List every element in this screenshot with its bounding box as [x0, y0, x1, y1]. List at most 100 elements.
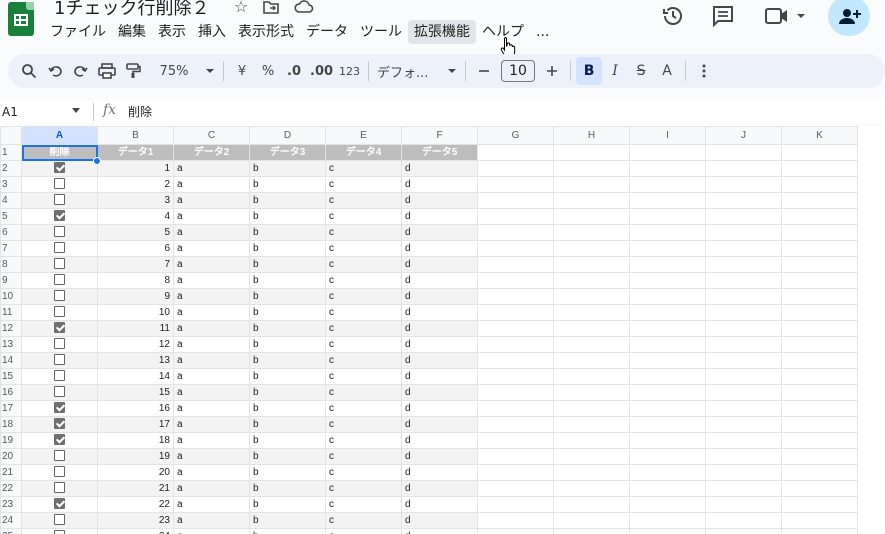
data1-cell[interactable]: 3 [97, 192, 174, 209]
empty-cell[interactable] [629, 144, 706, 161]
column-header[interactable]: K [781, 126, 858, 145]
currency-format-button[interactable]: ¥ [229, 57, 255, 85]
empty-cell[interactable] [781, 224, 858, 241]
data5-cell[interactable]: d [401, 320, 478, 337]
checkbox-unchecked[interactable] [54, 194, 65, 206]
empty-cell[interactable] [553, 496, 630, 513]
empty-cell[interactable] [553, 320, 630, 337]
empty-cell[interactable] [553, 464, 630, 481]
row-header[interactable]: 16 [0, 384, 22, 401]
data5-cell[interactable]: d [401, 304, 478, 321]
empty-cell[interactable] [781, 512, 858, 529]
data1-cell[interactable]: 17 [97, 416, 174, 433]
row-header[interactable]: 25 [0, 528, 22, 534]
checkbox-unchecked[interactable] [54, 482, 65, 494]
formula-input[interactable]: 削除 [128, 103, 152, 121]
empty-cell[interactable] [705, 224, 782, 241]
row-header[interactable]: 13 [0, 336, 22, 353]
data2-cell[interactable]: a [173, 400, 250, 417]
empty-cell[interactable] [553, 336, 630, 353]
data2-cell[interactable]: a [173, 352, 250, 369]
data1-cell[interactable]: 10 [97, 304, 174, 321]
empty-cell[interactable] [629, 208, 706, 225]
data3-cell[interactable]: b [249, 192, 326, 209]
data4-cell[interactable]: c [325, 528, 402, 534]
row-header[interactable]: 2 [0, 160, 22, 177]
empty-cell[interactable] [781, 352, 858, 369]
checkbox-unchecked[interactable] [54, 450, 65, 462]
empty-cell[interactable] [705, 368, 782, 385]
empty-cell[interactable] [629, 432, 706, 449]
empty-cell[interactable] [781, 400, 858, 417]
data4-cell[interactable]: c [325, 192, 402, 209]
data4-cell[interactable]: c [325, 240, 402, 257]
row-header[interactable]: 7 [0, 240, 22, 257]
data2-cell[interactable]: a [173, 464, 250, 481]
data5-cell[interactable]: d [401, 432, 478, 449]
data3-cell[interactable]: b [249, 368, 326, 385]
menu-extensions[interactable]: 拡張機能 [408, 20, 476, 44]
data3-cell[interactable]: b [249, 528, 326, 534]
selection-fill-handle[interactable] [93, 157, 101, 165]
empty-cell[interactable] [781, 448, 858, 465]
data2-cell[interactable]: a [173, 432, 250, 449]
data1-cell[interactable]: 18 [97, 432, 174, 449]
italic-button[interactable]: I [602, 57, 628, 85]
empty-cell[interactable] [629, 176, 706, 193]
data1-cell[interactable]: 20 [97, 464, 174, 481]
checkbox-checked[interactable] [54, 162, 65, 174]
data5-cell[interactable]: d [401, 496, 478, 513]
row-header[interactable]: 12 [0, 320, 22, 337]
spreadsheet-grid[interactable]: ABCDEFGHIJK 1 削除 データ1 データ2 データ3 データ4 データ… [0, 126, 885, 534]
empty-cell[interactable] [781, 176, 858, 193]
data2-cell[interactable]: a [173, 208, 250, 225]
data2-cell[interactable]: a [173, 304, 250, 321]
data3-cell[interactable]: b [249, 464, 326, 481]
empty-cell[interactable] [477, 320, 554, 337]
empty-cell[interactable] [705, 288, 782, 305]
empty-cell[interactable] [705, 432, 782, 449]
empty-cell[interactable] [477, 176, 554, 193]
empty-cell[interactable] [477, 512, 554, 529]
data3-cell[interactable]: b [249, 416, 326, 433]
empty-cell[interactable] [477, 336, 554, 353]
empty-cell[interactable] [477, 496, 554, 513]
data3-cell[interactable]: b [249, 432, 326, 449]
data3-cell[interactable]: b [249, 448, 326, 465]
data2-cell[interactable]: a [173, 224, 250, 241]
empty-cell[interactable] [553, 176, 630, 193]
empty-cell[interactable] [705, 160, 782, 177]
checkbox-unchecked[interactable] [54, 386, 65, 398]
empty-cell[interactable] [477, 528, 554, 534]
column-header[interactable]: D [249, 126, 326, 145]
row-header[interactable]: 19 [0, 432, 22, 449]
empty-cell[interactable] [629, 336, 706, 353]
empty-cell[interactable] [705, 352, 782, 369]
document-title[interactable]: 1チェック行削除２ [54, 0, 209, 20]
data1-cell[interactable]: 22 [97, 496, 174, 513]
data1-cell[interactable]: 24 [97, 528, 174, 534]
empty-cell[interactable] [553, 384, 630, 401]
checkbox-unchecked[interactable] [54, 530, 65, 534]
empty-cell[interactable] [477, 352, 554, 369]
data3-cell[interactable]: b [249, 240, 326, 257]
data2-cell[interactable]: a [173, 256, 250, 273]
empty-cell[interactable] [781, 144, 858, 161]
empty-cell[interactable] [705, 448, 782, 465]
empty-cell[interactable] [629, 304, 706, 321]
checkbox-checked[interactable] [54, 434, 65, 446]
empty-cell[interactable] [477, 224, 554, 241]
checkbox-checked[interactable] [54, 402, 65, 414]
undo-icon[interactable] [42, 57, 68, 85]
column-header[interactable]: F [401, 126, 478, 145]
empty-cell[interactable] [781, 496, 858, 513]
empty-cell[interactable] [553, 256, 630, 273]
empty-cell[interactable] [477, 160, 554, 177]
zoom-caret-icon[interactable] [202, 57, 218, 85]
data1-cell[interactable]: 14 [97, 368, 174, 385]
empty-cell[interactable] [629, 448, 706, 465]
empty-cell[interactable] [553, 160, 630, 177]
data2-cell[interactable]: a [173, 288, 250, 305]
empty-cell[interactable] [629, 352, 706, 369]
empty-cell[interactable] [629, 480, 706, 497]
